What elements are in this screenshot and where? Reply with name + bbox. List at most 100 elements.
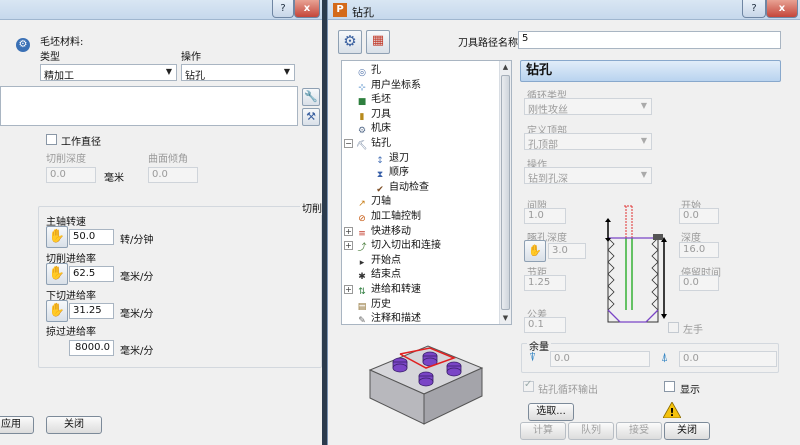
tolerance-input[interactable]: 0.1 [524, 317, 566, 333]
drilling-close-window-button[interactable]: x [766, 0, 798, 18]
scroll-thumb[interactable] [501, 75, 510, 310]
scroll-down-arrow-icon[interactable]: ▼ [500, 312, 511, 324]
display-checkbox[interactable] [664, 381, 675, 392]
start-input[interactable]: 0.0 [679, 208, 719, 224]
cut-depth-input[interactable]: 0.0 [46, 167, 96, 183]
tree-item-label: 顺序 [389, 167, 409, 179]
tree-item[interactable]: ▤ 历史 [356, 297, 391, 313]
tree-item[interactable]: ✎ 注释和描述 [356, 311, 421, 325]
tree-item-label: 历史 [371, 298, 391, 310]
tree-item[interactable]: ⊹ 用户坐标系 [356, 78, 421, 94]
tree-item[interactable]: ■ 毛坯 [356, 92, 391, 108]
toolpath-name-input[interactable]: 5 [518, 31, 781, 49]
tree-item[interactable]: ⇅ 进给和转速 [356, 282, 421, 298]
cycle-type-select[interactable]: 刚性攻丝 ▼ [524, 98, 652, 116]
tree-item-label: 机床 [371, 123, 391, 135]
strategy-dialog-left: ? x ⚙ 毛坯材料: 类型 操作 精加工 ▼ 钻孔 ▼ 🔧 ⚒ 工作直径 切削深度… [0, 0, 344, 445]
description-textarea[interactable] [0, 86, 298, 126]
tree-item[interactable]: ⊘ 加工轴控制 [356, 209, 421, 225]
dwell-time-input[interactable]: 0.0 [679, 275, 719, 291]
tree-item-label: 孔 [371, 65, 381, 76]
tree-item-label: 快进移动 [371, 225, 411, 237]
tree-item[interactable]: ⧗ 顺序 [374, 165, 409, 181]
tool-diameter-checkbox[interactable] [46, 134, 57, 145]
tree-item[interactable]: ↕ 退刀 [374, 151, 409, 167]
tree-item-label: 刀轴 [371, 196, 391, 208]
drilling-preview-image [368, 345, 484, 425]
cutting-feed-input[interactable]: 62.5 [69, 266, 114, 282]
define-top-select[interactable]: 孔顶部 ▼ [524, 133, 652, 151]
left-hand-label: 左手 [683, 325, 703, 336]
tree-scrollbar[interactable]: ▲ ▼ [499, 61, 511, 324]
tree-item[interactable]: ⚙ 机床 [356, 121, 391, 137]
left-help-button[interactable]: ? [272, 0, 294, 18]
accept-button[interactable]: 接受 [616, 422, 662, 440]
drill-operation-value: 钻到孔深 [528, 174, 568, 185]
drill-operation-select[interactable]: 钻到孔深 ▼ [524, 167, 652, 185]
plunge-feed-hand-icon[interactable]: ✋ [46, 300, 68, 322]
tree-expander[interactable]: + [344, 241, 353, 251]
drilling-panel-header: 钻孔 [520, 60, 781, 82]
apply-button-label: 应用 [1, 419, 21, 430]
left-close-button[interactable]: 关闭 [46, 416, 102, 434]
apply-button[interactable]: 应用 [0, 416, 34, 434]
warning-icon: ! [662, 401, 682, 420]
drilling-icon: ⛏ [356, 141, 368, 151]
drilling-close-button[interactable]: 关闭 [664, 422, 710, 440]
operation-label: 操作 [181, 52, 201, 63]
tree-item[interactable]: ◎ 孔 [356, 63, 381, 79]
settings-gear-icon: ⚙ [16, 38, 30, 52]
spindle-speed-unit: 转/分钟 [120, 235, 154, 246]
tree-item-label: 开始点 [371, 254, 401, 266]
tree-item-label: 注释和描述 [371, 313, 421, 325]
chevron-down-icon: ▼ [165, 67, 172, 76]
left-hand-checkbox[interactable] [668, 322, 679, 333]
spindle-hand-icon[interactable]: ✋ [46, 226, 68, 248]
axial-allowance-input[interactable]: 0.0 [550, 351, 650, 367]
parameters-icon-button[interactable]: ▦ [366, 30, 390, 54]
radial-allowance-input[interactable]: 0.0 [679, 351, 777, 367]
pitch-input[interactable]: 1.25 [524, 275, 566, 291]
depth-input[interactable]: 16.0 [679, 242, 719, 258]
tree-item-label: 刀具 [371, 108, 391, 120]
left-close-window-button[interactable]: x [294, 0, 320, 18]
stock-material-label: 毛坯材料: [40, 37, 84, 48]
type-select[interactable]: 精加工 ▼ [40, 64, 177, 82]
tool-info-button[interactable]: ⚒ [302, 108, 320, 126]
tree-item-label: 钻孔 [371, 138, 391, 149]
spindle-speed-input[interactable]: 50.0 [69, 229, 114, 245]
tree-expander[interactable]: + [344, 285, 353, 294]
tree-item[interactable]: ⛏ 钻孔 [356, 136, 391, 152]
operation-select[interactable]: 钻孔 ▼ [181, 64, 295, 82]
tree-item-label: 毛坯 [371, 94, 391, 106]
toolpath-name-label: 刀具路径名称 [458, 38, 518, 49]
cutting-feed-hand-icon[interactable]: ✋ [46, 263, 68, 285]
drilling-help-button[interactable]: ? [742, 0, 766, 18]
plunge-feed-input[interactable]: 31.25 [69, 303, 114, 319]
scroll-up-arrow-icon[interactable]: ▲ [500, 61, 511, 73]
tree-item[interactable]: ↗ 刀轴 [356, 194, 391, 210]
tree-item[interactable]: ✱ 结束点 [356, 267, 401, 283]
tree-expander[interactable]: + [344, 226, 353, 236]
tree-item[interactable]: ▮ 刀具 [356, 107, 391, 123]
compute-button-label: 计算 [533, 425, 553, 436]
tree-item-label: 结束点 [371, 269, 401, 281]
compute-button[interactable]: 计算 [520, 422, 566, 440]
skim-feed-input[interactable]: 8000.0 [69, 340, 114, 356]
svg-text:!: ! [669, 406, 674, 418]
peck-depth-hand-icon[interactable]: ✋ [524, 240, 546, 262]
peck-depth-input[interactable]: 3.0 [548, 243, 586, 259]
tree-item-label: 用户坐标系 [371, 79, 421, 91]
tree-item[interactable]: ▸ 开始点 [356, 253, 401, 269]
tool-library-button[interactable]: 🔧 [302, 88, 320, 106]
tree-expander[interactable]: − [344, 139, 353, 148]
tree-item[interactable]: ⤴ 切入切出和连接 [356, 238, 441, 254]
tree-item[interactable]: ≡ 快进移动 [356, 224, 411, 240]
curve-angle-input[interactable]: 0.0 [148, 167, 198, 183]
operation-select-value: 钻孔 [185, 71, 205, 82]
clearance-input[interactable]: 1.0 [524, 208, 566, 224]
select-button[interactable]: 选取... [528, 403, 574, 421]
strategy-icon-button[interactable]: ⚙ [338, 30, 362, 54]
tree-item[interactable]: ✔ 自动检查 [374, 180, 429, 196]
queue-button[interactable]: 队列 [568, 422, 614, 440]
